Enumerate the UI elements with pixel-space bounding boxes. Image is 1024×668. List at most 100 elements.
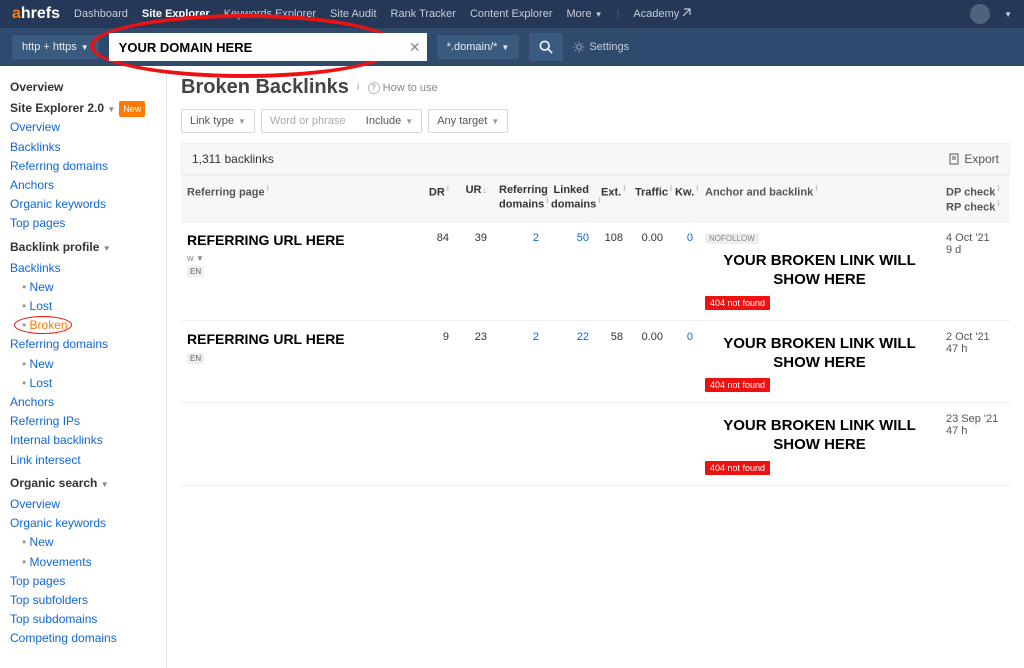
- cell-traffic: 0.00: [629, 222, 669, 321]
- broken-link-text: YOUR BROKEN LINK WILL SHOW HERE: [705, 252, 934, 290]
- nav-more[interactable]: More ▼: [567, 8, 603, 20]
- nav-academy[interactable]: Academy: [633, 8, 692, 20]
- referring-url[interactable]: REFERRING URL HERE: [187, 331, 415, 347]
- table-row: REFERRING URL HEREw ▼EN84392501080.000NO…: [181, 222, 1010, 321]
- cell-dr: 84: [421, 222, 455, 321]
- sidebar-item[interactable]: Backlinks: [10, 138, 156, 157]
- cell-ext: 58: [595, 320, 629, 403]
- cell-ur: 23: [455, 320, 493, 403]
- sidebar-ok-movements[interactable]: Movements: [10, 553, 156, 572]
- cell-ld[interactable]: 50: [545, 222, 595, 321]
- table-row: YOUR BROKEN LINK WILL SHOW HERE404 not f…: [181, 403, 1010, 486]
- filter-word[interactable]: Word or phrase Include▼: [261, 109, 422, 133]
- sidebar-refdom[interactable]: Referring domains: [10, 335, 156, 354]
- cell-ur: 39: [455, 222, 493, 321]
- top-nav: ahrefs Dashboard Site Explorer Keywords …: [0, 0, 1024, 28]
- protocol-selector[interactable]: http + https▼: [12, 35, 99, 59]
- sidebar-item[interactable]: Top pages: [10, 214, 156, 233]
- th-ld[interactable]: Linked domains: [545, 176, 595, 222]
- error-badge: 404 not found: [705, 296, 770, 310]
- nav-content-explorer[interactable]: Content Explorer: [470, 8, 553, 20]
- sidebar-item[interactable]: Organic keywords: [10, 514, 156, 533]
- th-dr[interactable]: DR: [421, 176, 455, 222]
- cell-kw[interactable]: [669, 403, 699, 486]
- cell-date: 4 Oct '219 d: [940, 222, 1010, 321]
- filter-anytarget[interactable]: Any target▼: [428, 109, 508, 133]
- th-referring-page[interactable]: Referring page: [181, 176, 421, 222]
- sidebar-item[interactable]: Top pages: [10, 572, 156, 591]
- cell-traffic: [629, 403, 669, 486]
- sidebar-item[interactable]: Top subdomains: [10, 610, 156, 629]
- th-ur[interactable]: UR: [455, 176, 493, 222]
- th-anchor[interactable]: Anchor and backlink: [699, 176, 940, 222]
- sidebar-item[interactable]: Overview: [10, 118, 156, 137]
- nav-rank-tracker[interactable]: Rank Tracker: [391, 8, 456, 20]
- cell-ld[interactable]: [545, 403, 595, 486]
- nofollow-badge: NOFOLLOW: [705, 233, 759, 244]
- settings-link[interactable]: Settings: [573, 41, 629, 53]
- sidebar-item[interactable]: Anchors: [10, 393, 156, 412]
- sidebar-item[interactable]: Top subfolders: [10, 591, 156, 610]
- nav-keywords-explorer[interactable]: Keywords Explorer: [224, 8, 316, 20]
- search-bar: http + https▼ ✕ *.domain/*▼ Settings: [0, 28, 1024, 66]
- cell-kw[interactable]: 0: [669, 222, 699, 321]
- sidebar-item[interactable]: Link intersect: [10, 451, 156, 470]
- nav-site-explorer[interactable]: Site Explorer: [142, 8, 210, 20]
- nav-dashboard[interactable]: Dashboard: [74, 8, 128, 20]
- sidebar-item[interactable]: Internal backlinks: [10, 431, 156, 450]
- sidebar-item[interactable]: Organic keywords: [10, 195, 156, 214]
- sidebar-backlinks-lost[interactable]: Lost: [10, 297, 156, 316]
- cell-ext: [595, 403, 629, 486]
- sidebar-item[interactable]: Referring domains: [10, 157, 156, 176]
- sidebar-item[interactable]: Referring IPs: [10, 412, 156, 431]
- sidebar-item[interactable]: Competing domains: [10, 629, 156, 648]
- sidebar-ok-new[interactable]: New: [10, 533, 156, 552]
- sidebar-refdom-lost[interactable]: Lost: [10, 374, 156, 393]
- account-caret-icon: ▼: [1004, 10, 1012, 19]
- cell-ld[interactable]: 22: [545, 320, 595, 403]
- error-badge: 404 not found: [705, 378, 770, 392]
- th-kw[interactable]: Kw.: [669, 176, 699, 222]
- account-menu[interactable]: [970, 4, 990, 24]
- sidebar-backlinks-new[interactable]: New: [10, 278, 156, 297]
- sidebar-backlinks[interactable]: Backlinks: [10, 259, 156, 278]
- th-rd[interactable]: Referring domains: [493, 176, 545, 222]
- lang-badge: EN: [187, 353, 204, 364]
- sidebar-item[interactable]: Overview: [10, 495, 156, 514]
- export-button[interactable]: Export: [948, 152, 999, 166]
- ref-sub[interactable]: w ▼: [187, 253, 204, 263]
- search-button[interactable]: [529, 33, 563, 61]
- sidebar-overview-header: Overview: [10, 78, 156, 97]
- results-count-bar: 1,311 backlinks Export: [181, 143, 1010, 175]
- th-traffic[interactable]: Traffic: [629, 176, 669, 222]
- sidebar-se2[interactable]: Site Explorer 2.0 ▼: [10, 99, 115, 118]
- clear-icon[interactable]: ✕: [409, 39, 421, 56]
- sidebar-backlink-header[interactable]: Backlink profile ▼: [10, 238, 156, 257]
- nav-site-audit[interactable]: Site Audit: [330, 8, 376, 20]
- sidebar: Overview Site Explorer 2.0 ▼ New Overvie…: [0, 66, 167, 668]
- sidebar-backlinks-broken[interactable]: Broken: [10, 316, 156, 335]
- broken-link-text: YOUR BROKEN LINK WILL SHOW HERE: [705, 335, 934, 373]
- mode-selector[interactable]: *.domain/*▼: [437, 35, 520, 59]
- cell-rd[interactable]: 2: [493, 320, 545, 403]
- cell-date: 23 Sep '2147 h: [940, 403, 1010, 486]
- filter-linktype[interactable]: Link type▼: [181, 109, 255, 133]
- cell-traffic: 0.00: [629, 320, 669, 403]
- cell-ur: [455, 403, 493, 486]
- broken-link-text: YOUR BROKEN LINK WILL SHOW HERE: [705, 417, 934, 455]
- new-badge: New: [119, 101, 145, 117]
- sidebar-refdom-new[interactable]: New: [10, 355, 156, 374]
- cell-rd[interactable]: [493, 403, 545, 486]
- url-input[interactable]: [109, 33, 427, 61]
- logo[interactable]: ahrefs: [12, 5, 60, 23]
- sidebar-item[interactable]: Anchors: [10, 176, 156, 195]
- cell-kw[interactable]: 0: [669, 320, 699, 403]
- cell-dr: 9: [421, 320, 455, 403]
- how-to-use-link[interactable]: ?How to use: [368, 82, 438, 94]
- lang-badge: EN: [187, 266, 204, 277]
- cell-rd[interactable]: 2: [493, 222, 545, 321]
- cell-dr: [421, 403, 455, 486]
- referring-url[interactable]: REFERRING URL HERE: [187, 232, 415, 248]
- th-check[interactable]: DP checkRP check: [940, 176, 1010, 222]
- sidebar-organic-header[interactable]: Organic search ▼: [10, 474, 156, 493]
